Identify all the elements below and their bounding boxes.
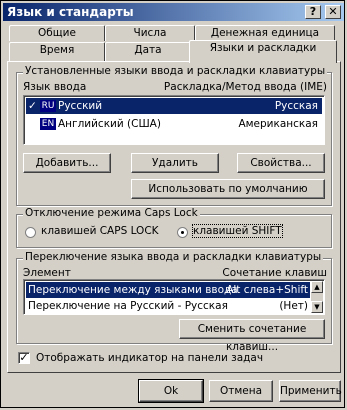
tab-numbers[interactable]: Числа bbox=[105, 25, 195, 41]
shift-label: клавишей SHIFT bbox=[192, 224, 283, 238]
layout-name: Русская bbox=[274, 100, 318, 112]
apply-button[interactable]: Применить bbox=[279, 380, 342, 402]
list-item[interactable]: ✓ RU Русский Русская bbox=[26, 98, 322, 114]
tab-label: Дата bbox=[134, 44, 162, 56]
hotkey-name: Переключение на Русский - Русская bbox=[28, 300, 228, 312]
capslock-label: клавишей CAPS LOCK bbox=[41, 225, 159, 237]
group-title: Установленные языки ввода и раскладки кл… bbox=[23, 65, 328, 77]
remove-button[interactable]: Удалить bbox=[131, 153, 219, 173]
installed-languages-list[interactable]: ✓ RU Русский Русская EN Английский (США) А… bbox=[23, 95, 325, 145]
checkmark-icon: ✓ bbox=[28, 100, 37, 112]
help-button[interactable]: ? bbox=[305, 5, 321, 19]
indicator-label: Отображать индикатор на панели задач bbox=[36, 352, 264, 364]
tab-currency[interactable]: Денежная единица bbox=[195, 25, 335, 41]
hotkeys-list[interactable]: Переключение между языками ввода Alt сле… bbox=[23, 279, 325, 315]
capslock-radio[interactable] bbox=[25, 227, 36, 238]
installed-languages-group: Установленные языки ввода и раскладки кл… bbox=[16, 65, 332, 206]
properties-button[interactable]: Свойства... bbox=[237, 153, 325, 173]
scroll-up-icon[interactable]: ▲ bbox=[311, 281, 323, 293]
col-layout: Раскладка/Метод ввода (IME) bbox=[163, 81, 327, 93]
tab-label: Языки и раскладки bbox=[209, 42, 317, 54]
window-title: Язык и стандарты bbox=[7, 5, 134, 19]
list-item[interactable]: Переключение между языками ввода Alt сле… bbox=[26, 282, 310, 298]
scrollbar[interactable]: ▲ ▼ bbox=[311, 281, 323, 313]
dialog-window: Язык и стандарты ? ✕ Общие Числа Денежна… bbox=[0, 0, 345, 408]
tab-general[interactable]: Общие bbox=[9, 25, 105, 41]
hotkey-keys: (Нет) bbox=[279, 300, 308, 312]
list-item[interactable]: EN Английский (США) Американская bbox=[26, 116, 322, 132]
ok-button[interactable]: Ok bbox=[138, 379, 204, 403]
col-input-language: Язык ввода bbox=[23, 81, 87, 93]
tab-label: Общие bbox=[38, 27, 76, 39]
tab-time[interactable]: Время bbox=[9, 42, 105, 61]
hotkey-name: Переключение между языками ввода bbox=[28, 284, 238, 296]
tab-label: Время bbox=[39, 44, 75, 56]
layout-name: Американская bbox=[238, 118, 318, 130]
tab-label: Числа bbox=[133, 27, 167, 39]
col-item: Элемент bbox=[23, 267, 71, 279]
tab-date[interactable]: Дата bbox=[105, 42, 191, 61]
language-name: Русский bbox=[58, 100, 103, 112]
group-title: Отключение режима Caps Lock bbox=[23, 207, 200, 219]
title-bar: Язык и стандарты ? ✕ bbox=[3, 3, 344, 21]
language-code-icon: EN bbox=[40, 118, 56, 130]
indicator-checkbox[interactable]: ✓ bbox=[18, 352, 30, 364]
radio-selected-dot bbox=[181, 231, 184, 234]
set-default-button[interactable]: Использовать по умолчанию bbox=[131, 179, 325, 199]
group-title: Переключение языка ввода и раскладки кла… bbox=[23, 251, 324, 263]
change-hotkey-button[interactable]: Сменить сочетание клавиш... bbox=[179, 319, 325, 353]
language-code-icon: RU bbox=[40, 100, 56, 112]
scroll-down-icon[interactable]: ▼ bbox=[311, 301, 323, 313]
cancel-button[interactable]: Отмена bbox=[209, 380, 273, 402]
col-keys: Сочетание клавиш bbox=[222, 267, 327, 279]
capslock-group: Отключение режима Caps Lock клавишей CAP… bbox=[16, 207, 332, 248]
tab-languages[interactable]: Языки и раскладки bbox=[189, 40, 337, 63]
close-button[interactable]: ✕ bbox=[325, 5, 341, 19]
tab-label: Денежная единица bbox=[210, 27, 320, 39]
language-name: Английский (США) bbox=[58, 118, 161, 130]
hotkeys-group: Переключение языка ввода и раскладки кла… bbox=[16, 251, 332, 353]
list-item[interactable]: Переключение на Русский - Русская (Нет) bbox=[26, 298, 310, 314]
shift-radio[interactable] bbox=[177, 227, 188, 238]
hotkey-keys: Alt слева+Shift bbox=[226, 284, 308, 296]
add-button[interactable]: Добавить... bbox=[23, 153, 111, 173]
tab-panel: Установленные языки ввода и раскладки кл… bbox=[7, 61, 341, 373]
